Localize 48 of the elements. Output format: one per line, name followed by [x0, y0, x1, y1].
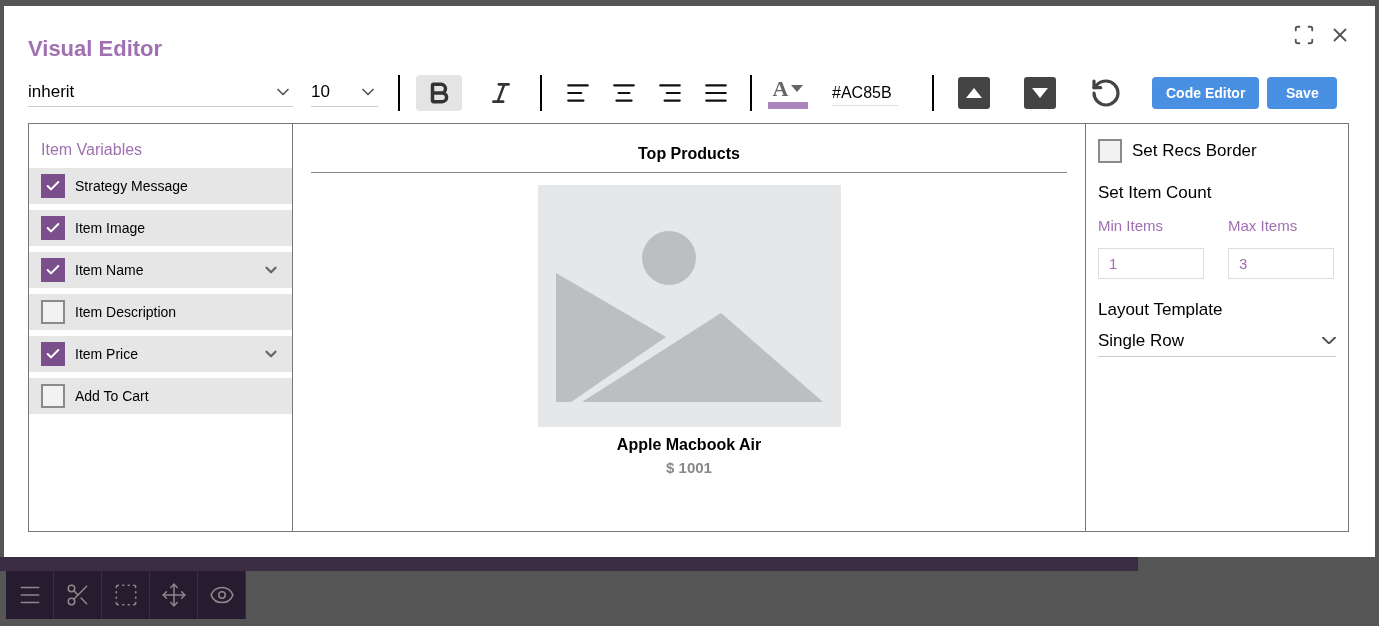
image-placeholder-icon — [537, 185, 841, 427]
checkbox[interactable] — [41, 216, 65, 240]
layout-template-dropdown[interactable]: Single Row — [1098, 328, 1336, 357]
checkbox[interactable] — [41, 258, 65, 282]
variable-row[interactable]: Item Description — [29, 294, 292, 330]
text-color-button[interactable]: A — [768, 74, 808, 112]
variable-label: Item Image — [75, 218, 147, 238]
variable-row[interactable]: Strategy Message — [29, 168, 292, 204]
variable-label: Item Description — [75, 302, 178, 322]
variable-row[interactable]: Item Image — [29, 210, 292, 246]
checkbox[interactable] — [1098, 138, 1122, 163]
setting-label: Set Recs Border — [1132, 140, 1257, 162]
preview-heading: Top Products — [638, 144, 740, 164]
chevron-down-icon — [1322, 337, 1336, 345]
panel-title: Item Variables — [41, 140, 144, 160]
move-down-button[interactable] — [1024, 77, 1056, 109]
move-arrows-icon — [160, 582, 187, 608]
variable-label: Add To Cart — [75, 386, 150, 406]
move-up-button[interactable] — [958, 77, 990, 109]
field-label: Min Items — [1098, 216, 1164, 236]
field-label: Max Items — [1228, 216, 1299, 236]
color-input-field[interactable]: #AC85B — [832, 80, 898, 106]
variable-row[interactable]: Item Name — [29, 252, 292, 288]
variable-label: Item Price — [75, 344, 139, 364]
variable-label: Strategy Message — [75, 176, 189, 196]
fullscreen-icon[interactable] — [1293, 24, 1315, 46]
section-title: Set Item Count — [1098, 181, 1213, 204]
triangle-up-icon — [966, 88, 982, 98]
caret-icon — [791, 85, 804, 92]
bold-button[interactable] — [416, 75, 462, 111]
number-input-field[interactable]: 1 — [1098, 247, 1204, 279]
checkbox[interactable] — [41, 300, 65, 324]
checkbox[interactable] — [41, 174, 65, 198]
undo-icon[interactable] — [1090, 77, 1122, 109]
window-title: Visual Editor — [28, 35, 163, 63]
selection-box-icon — [112, 582, 139, 608]
triangle-down-icon — [1032, 88, 1048, 98]
product-name: Apple Macbook Air — [616, 435, 762, 455]
variable-row[interactable]: Item Price — [29, 336, 292, 372]
font-size-dropdown[interactable]: 10 — [311, 78, 378, 108]
product-price: $ 1001 — [666, 458, 712, 478]
checkbox[interactable] — [41, 342, 65, 366]
number-input-field[interactable]: 3 — [1228, 247, 1334, 279]
variable-row[interactable]: Add To Cart — [29, 378, 292, 414]
variable-label: Item Name — [75, 260, 145, 280]
checkbox[interactable] — [41, 384, 65, 408]
section-title: Layout Template — [1098, 298, 1224, 321]
font-family-dropdown[interactable]: inherit — [28, 78, 293, 108]
